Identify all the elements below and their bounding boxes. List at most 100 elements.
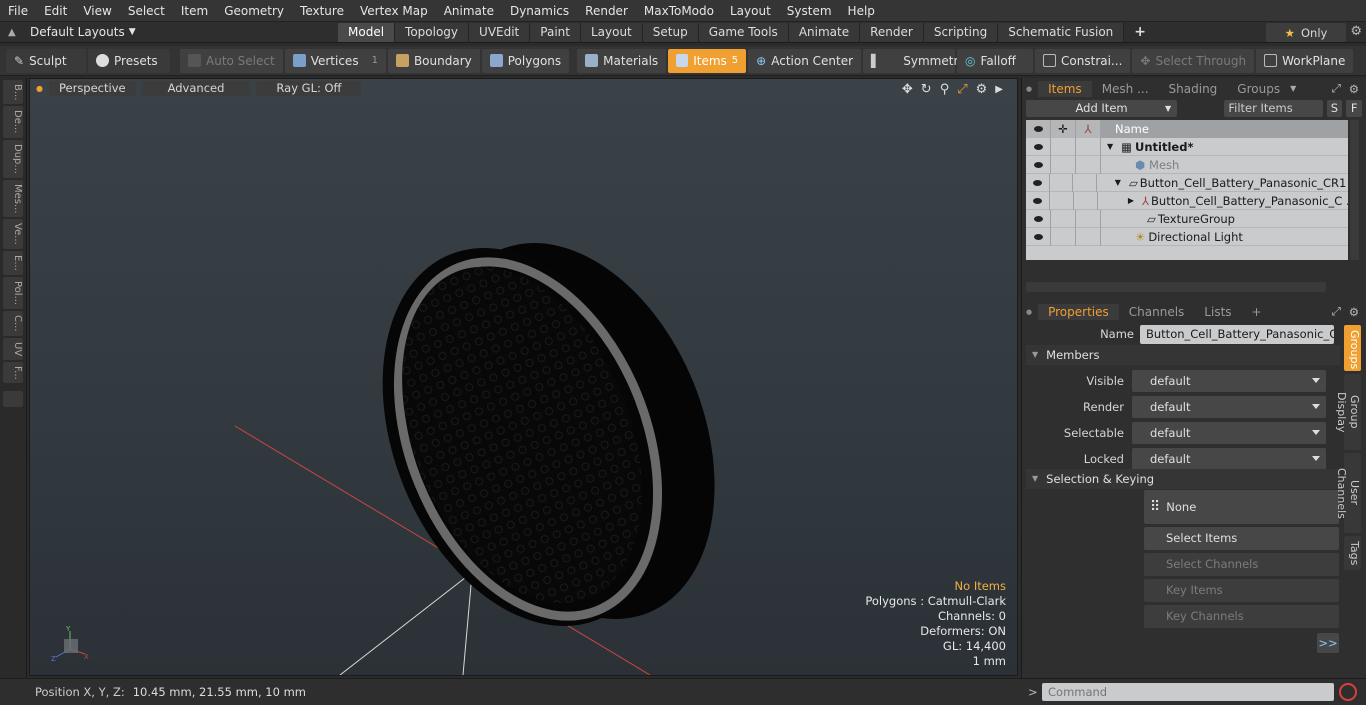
add-item-button[interactable]: Add Item ▼	[1026, 99, 1178, 117]
none-button[interactable]: ⠿ None	[1144, 490, 1339, 524]
tab-channels[interactable]: Channels	[1119, 304, 1195, 320]
filter-s-button[interactable]: S	[1326, 99, 1343, 117]
tab-game-tools[interactable]: Game Tools	[698, 22, 789, 42]
menu-system[interactable]: System	[779, 0, 840, 22]
tab-uvedit[interactable]: UVEdit	[469, 22, 531, 42]
tab-scripting[interactable]: Scripting	[923, 22, 999, 42]
tab-paint[interactable]: Paint	[530, 22, 581, 42]
left-tab-curve[interactable]: C...	[3, 310, 23, 336]
tab-groups[interactable]: Groups	[1227, 81, 1290, 97]
eye-icon[interactable]	[1026, 191, 1050, 210]
name-field[interactable]: Button_Cell_Battery_Panasonic_CR16	[1140, 324, 1334, 344]
items-button[interactable]: Items 5	[668, 48, 747, 73]
menu-file[interactable]: File	[0, 0, 36, 22]
left-tab-duplicate[interactable]: Dup...	[3, 139, 23, 178]
menu-vertex-map[interactable]: Vertex Map	[352, 0, 436, 22]
menu-item[interactable]: Item	[173, 0, 216, 22]
expand-arrow-icon[interactable]: ▼	[1115, 178, 1121, 187]
side-tab-group-display[interactable]: Group Display	[1335, 374, 1361, 450]
tab-render[interactable]: Render	[860, 22, 924, 42]
filter-f-button[interactable]: F	[1346, 99, 1362, 117]
sculpt-button[interactable]: ✎ Sculpt	[6, 48, 86, 73]
side-tab-tags[interactable]: Tags	[1344, 536, 1361, 570]
items-gear-icon[interactable]: ⚙	[1349, 82, 1359, 96]
expand-icon[interactable]: ⤢	[1332, 304, 1341, 319]
boundary-button[interactable]: Boundary	[387, 48, 480, 73]
tabs-chevron-icon[interactable]: ▼	[1290, 84, 1296, 93]
tree-row-mesh[interactable]: ⬢ Mesh	[1026, 155, 1348, 174]
select-through-button[interactable]: ✥ Select Through	[1132, 48, 1255, 73]
left-tab-polygon[interactable]: Pol...	[3, 276, 23, 309]
menu-maxtomodo[interactable]: MaxToModo	[636, 0, 722, 22]
eye-icon[interactable]	[1026, 155, 1051, 174]
left-tab-edge[interactable]: E...	[3, 251, 23, 275]
3d-viewport[interactable]: ● Perspective Advanced Ray GL: Off ✥ ↻ ⚲…	[29, 78, 1018, 676]
left-tab-deform[interactable]: De...	[3, 106, 23, 138]
side-tab-groups[interactable]: Groups	[1344, 325, 1361, 371]
tree-row-light[interactable]: ☀ Directional Light	[1026, 227, 1348, 246]
side-tab-user-channels[interactable]: User Channels	[1335, 453, 1361, 533]
more-button[interactable]: >>	[1317, 633, 1339, 653]
action-center-button[interactable]: ⊕ Action Center	[748, 48, 862, 73]
add-panel-tab[interactable]: +	[1242, 304, 1272, 320]
properties-gear-icon[interactable]: ⚙	[1349, 305, 1359, 319]
eye-icon[interactable]	[1026, 227, 1051, 246]
key-channels-button[interactable]: Key Channels	[1144, 605, 1339, 628]
menu-help[interactable]: Help	[840, 0, 883, 22]
tab-properties[interactable]: Properties	[1038, 303, 1119, 320]
menu-edit[interactable]: Edit	[36, 0, 75, 22]
layouts-dropdown[interactable]: Default Layouts ▼	[22, 25, 162, 39]
menu-select[interactable]: Select	[120, 0, 173, 22]
materials-button[interactable]: Materials	[577, 48, 667, 73]
left-tab-vertex[interactable]: Ve...	[3, 219, 23, 250]
tab-animate[interactable]: Animate	[788, 22, 861, 42]
symmetry-button[interactable]: ▌ Symmetry	[863, 48, 966, 73]
left-tab-basic[interactable]: B...	[3, 80, 23, 105]
menu-animate[interactable]: Animate	[436, 0, 502, 22]
left-tab-fusion[interactable]: F...	[3, 361, 23, 384]
filter-items-input[interactable]: Filter Items	[1224, 99, 1323, 117]
collapse-arrow-icon[interactable]: ▶	[1128, 196, 1134, 205]
expand-arrow-icon[interactable]: ▼	[1107, 142, 1113, 151]
eye-icon[interactable]	[1026, 137, 1051, 156]
tab-lists[interactable]: Lists	[1194, 304, 1241, 320]
menu-layout[interactable]: Layout	[722, 0, 779, 22]
falloff-button[interactable]: ◎ Falloff	[957, 48, 1034, 73]
left-tab-toggle[interactable]	[3, 391, 23, 408]
presets-button[interactable]: Presets	[88, 48, 170, 73]
tree-row-locator[interactable]: ▶ ⅄ Button_Cell_Battery_Panasonic_C ...	[1026, 191, 1348, 210]
constraints-button[interactable]: Constrai...	[1035, 48, 1131, 73]
members-section[interactable]: ▼ Members	[1026, 345, 1340, 365]
left-tab-uv[interactable]: UV	[3, 337, 23, 360]
eye-icon[interactable]	[1026, 173, 1050, 192]
menu-view[interactable]: View	[75, 0, 119, 22]
tab-layout[interactable]: Layout	[580, 22, 643, 42]
tree-row-group[interactable]: ▼ ▱ Button_Cell_Battery_Panasonic_CR1 ..…	[1026, 173, 1348, 192]
tree-row-texturegroup[interactable]: ▱ TextureGroup	[1026, 209, 1348, 228]
tab-items[interactable]: Items	[1038, 80, 1092, 97]
workplane-button[interactable]: WorkPlane	[1256, 48, 1354, 73]
vertices-button[interactable]: Vertices 1	[284, 48, 386, 73]
left-tab-mesh-edit[interactable]: Mes...	[3, 179, 23, 218]
tab-topology[interactable]: Topology	[395, 22, 470, 42]
select-items-button[interactable]: Select Items	[1144, 527, 1339, 550]
command-input[interactable]	[1042, 683, 1334, 701]
tab-schematic-fusion[interactable]: Schematic Fusion	[998, 22, 1125, 42]
selection-keying-section[interactable]: ▼ Selection & Keying	[1026, 469, 1340, 489]
render-dropdown[interactable]: default	[1132, 396, 1326, 418]
tab-model[interactable]: Model	[338, 22, 396, 42]
battery-model[interactable]	[330, 201, 767, 668]
tree-hscrollbar[interactable]	[1026, 282, 1326, 292]
menu-render[interactable]: Render	[577, 0, 636, 22]
gear-icon[interactable]: ⚙	[1350, 24, 1362, 39]
eye-icon[interactable]	[1026, 209, 1051, 228]
add-tab-button[interactable]: +	[1124, 23, 1156, 42]
locked-dropdown[interactable]: default	[1132, 448, 1326, 470]
tree-scrollbar[interactable]	[1350, 120, 1359, 260]
menu-dynamics[interactable]: Dynamics	[502, 0, 577, 22]
expand-icon[interactable]: ⤢	[1332, 81, 1341, 96]
tab-mesh[interactable]: Mesh ...	[1092, 81, 1159, 97]
tab-setup[interactable]: Setup	[642, 22, 699, 42]
menu-geometry[interactable]: Geometry	[216, 0, 292, 22]
visible-dropdown[interactable]: default	[1132, 370, 1326, 392]
